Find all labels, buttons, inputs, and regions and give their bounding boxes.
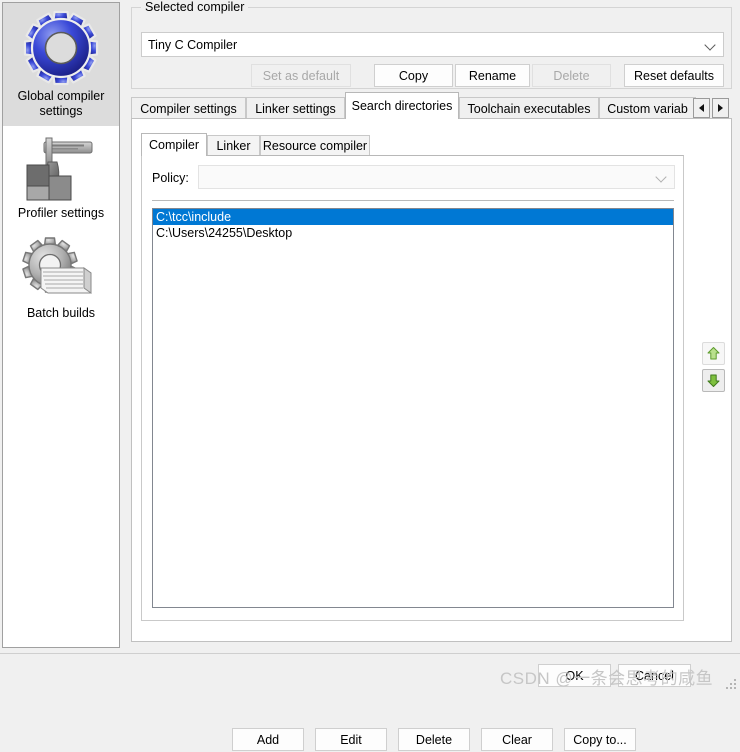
chevron-down-icon [705, 39, 717, 51]
tab-scroll-left-button[interactable] [693, 98, 710, 118]
sidebar-item-label: Batch builds [26, 306, 96, 320]
tab-toolchain-executables[interactable]: Toolchain executables [459, 97, 599, 119]
settings-content-pane: Selected compiler Tiny C Compiler Set as… [126, 0, 740, 751]
blue-gear-icon [5, 9, 117, 87]
resize-grip[interactable] [725, 679, 737, 691]
group-title: Selected compiler [141, 0, 249, 14]
add-directory-button[interactable]: Add [232, 728, 304, 751]
settings-tab-bar: Compiler settings Linker settings Search… [131, 92, 732, 119]
tab-custom-variables[interactable]: Custom variab [599, 97, 696, 119]
move-directory-up-button[interactable] [702, 342, 725, 365]
cancel-button[interactable]: Cancel [618, 664, 691, 687]
sidebar-item-batch-builds[interactable]: Batch builds [3, 228, 119, 328]
edit-directory-button[interactable]: Edit [315, 728, 387, 751]
sidebar-item-label: Global compiler settings [17, 89, 105, 118]
reset-defaults-button[interactable]: Reset defaults [624, 64, 724, 87]
directory-actions-toolbar: Add Edit Delete Clear Copy to... [132, 728, 733, 752]
arrow-down-green-icon [707, 374, 720, 387]
copy-compiler-button[interactable]: Copy [374, 64, 453, 87]
ok-button[interactable]: OK [538, 664, 611, 687]
arrow-up-green-icon [707, 347, 720, 360]
compiler-directories-panel: Policy: C:\tcc\include C:\Users\24255\De… [141, 155, 684, 621]
policy-label: Policy: [152, 171, 189, 185]
tab-search-directories[interactable]: Search directories [345, 92, 459, 119]
selected-compiler-dropdown[interactable]: Tiny C Compiler [141, 32, 724, 57]
copy-directories-to-button[interactable]: Copy to... [564, 728, 636, 751]
tab-resource-compiler[interactable]: Resource compiler [260, 135, 370, 156]
search-directories-list[interactable]: C:\tcc\include C:\Users\24255\Desktop [152, 208, 674, 608]
list-item[interactable]: C:\Users\24255\Desktop [153, 225, 673, 241]
tab-linker-settings[interactable]: Linker settings [246, 97, 345, 119]
set-as-default-button[interactable]: Set as default [251, 64, 351, 87]
divider [152, 200, 674, 201]
sidebar-item-profiler-settings[interactable]: Profiler settings [3, 126, 119, 228]
move-directory-down-button[interactable] [702, 369, 725, 392]
sidebar-item-global-compiler-settings[interactable]: Global compiler settings [3, 3, 119, 126]
policy-dropdown[interactable] [198, 165, 675, 189]
caliper-blocks-icon [5, 132, 117, 204]
selected-compiler-value: Tiny C Compiler [148, 37, 238, 52]
clear-directories-button[interactable]: Clear [481, 728, 553, 751]
selected-compiler-group: Selected compiler Tiny C Compiler Set as… [131, 0, 732, 89]
dialog-footer: OK Cancel [0, 653, 740, 694]
arrow-right-icon [718, 104, 723, 112]
list-item[interactable]: C:\tcc\include [153, 209, 673, 225]
tab-compiler[interactable]: Compiler [141, 133, 207, 156]
global-compiler-settings-dialog: Global compiler settings Profiler settin… [0, 0, 740, 751]
tab-scroll-right-button[interactable] [712, 98, 729, 118]
delete-directory-button[interactable]: Delete [398, 728, 470, 751]
tab-linker[interactable]: Linker [207, 135, 260, 156]
chevron-down-icon [656, 171, 668, 183]
search-directories-panel: Compiler Linker Resource compiler Policy… [131, 118, 732, 751]
settings-category-sidebar: Global compiler settings Profiler settin… [2, 2, 120, 648]
gear-pages-icon [5, 234, 117, 304]
arrow-left-icon [699, 104, 704, 112]
sidebar-item-label: Profiler settings [17, 206, 105, 220]
delete-compiler-button[interactable]: Delete [532, 64, 611, 87]
rename-compiler-button[interactable]: Rename [455, 64, 530, 87]
tab-compiler-settings[interactable]: Compiler settings [131, 97, 246, 119]
